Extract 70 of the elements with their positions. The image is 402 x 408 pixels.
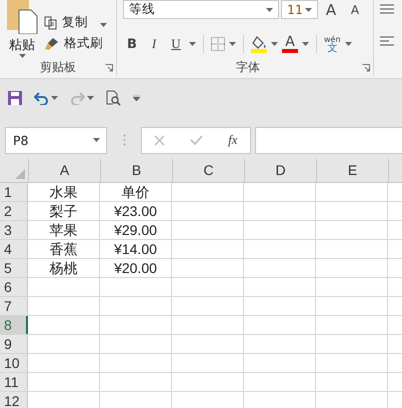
caret-icon[interactable] [344,42,352,46]
caret-icon[interactable] [100,23,107,27]
grow-font-button[interactable]: A [320,0,342,18]
caret-icon[interactable] [305,8,312,12]
caret-icon[interactable] [271,42,278,46]
column-header[interactable]: E [317,159,389,182]
column-header[interactable]: B [101,159,173,182]
font-color-button[interactable]: A [282,35,298,53]
underline-button[interactable]: U [167,36,185,52]
table-cell: ¥20.00 [100,259,172,277]
row-header[interactable]: 5 [0,259,28,277]
table-cell: 香蕉 [28,240,100,258]
row-header[interactable]: 7 [0,297,28,315]
fill-color-icon[interactable] [251,36,267,52]
group-label: 字体 [236,58,260,76]
paste-icon[interactable] [5,0,39,34]
row-header[interactable]: 8 [0,316,28,334]
copy-icon [44,16,58,30]
caret-icon[interactable] [229,42,236,46]
save-icon[interactable] [8,91,22,105]
table-cell: ¥14.00 [100,240,172,258]
column-header[interactable]: C [173,159,245,182]
table-cell: 苹果 [28,221,100,239]
italic-button[interactable]: I [145,36,163,52]
brush-icon [44,36,60,50]
formula-input[interactable] [255,126,402,154]
row-header[interactable]: 2 [0,202,28,220]
column-header[interactable]: D [245,159,317,182]
insert-function-button[interactable]: fx [228,132,238,148]
font-size-field[interactable]: 11 [281,0,318,19]
table-cell: ¥23.00 [100,202,172,220]
caret-icon[interactable] [18,54,26,58]
table-cell: 单价 [100,183,172,201]
undo-icon[interactable] [34,92,49,104]
row-header[interactable]: 6 [0,278,28,296]
font-name-field[interactable]: 等线 [123,0,279,19]
row-header[interactable]: 1 [0,183,28,201]
caret-icon[interactable] [302,42,309,46]
row-header[interactable]: 10 [0,354,28,372]
dropdown-caret-icon[interactable] [87,96,94,100]
customize-icon[interactable] [133,95,140,101]
table-cell: 水果 [28,183,100,201]
table-cell: ¥29.00 [100,221,172,239]
bold-button[interactable]: B [123,36,141,52]
check-icon[interactable] [190,135,204,145]
name-box[interactable]: P8 [5,126,107,154]
launcher-icon[interactable] [105,64,113,72]
shrink-font-button[interactable]: A [344,2,366,16]
column-header[interactable]: A [29,159,101,182]
dropdown-caret-icon[interactable] [51,96,58,100]
row-header[interactable]: 12 [0,392,28,408]
paste-label[interactable]: 粘贴 [9,36,35,54]
row-header[interactable]: 4 [0,240,28,258]
align-icon[interactable] [380,4,394,14]
phonetic-button[interactable]: wén 文 [324,35,341,53]
caret-icon[interactable] [93,138,100,142]
print-preview-icon[interactable] [106,90,121,106]
copy-button[interactable]: 复制 [44,14,107,31]
launcher-icon[interactable] [362,64,370,72]
group-label: 剪贴板 [40,58,76,76]
row-header[interactable]: 3 [0,221,28,239]
row-header[interactable]: 9 [0,335,28,353]
table-cell: 杨桃 [28,259,100,277]
row-header[interactable]: 11 [0,373,28,391]
align-left-icon[interactable] [380,36,394,46]
table-cell: 梨子 [28,202,100,220]
borders-icon[interactable] [211,37,225,51]
caret-icon[interactable] [266,8,273,12]
caret-icon[interactable] [189,42,196,46]
brush-button[interactable]: 格式刷 [44,35,107,52]
